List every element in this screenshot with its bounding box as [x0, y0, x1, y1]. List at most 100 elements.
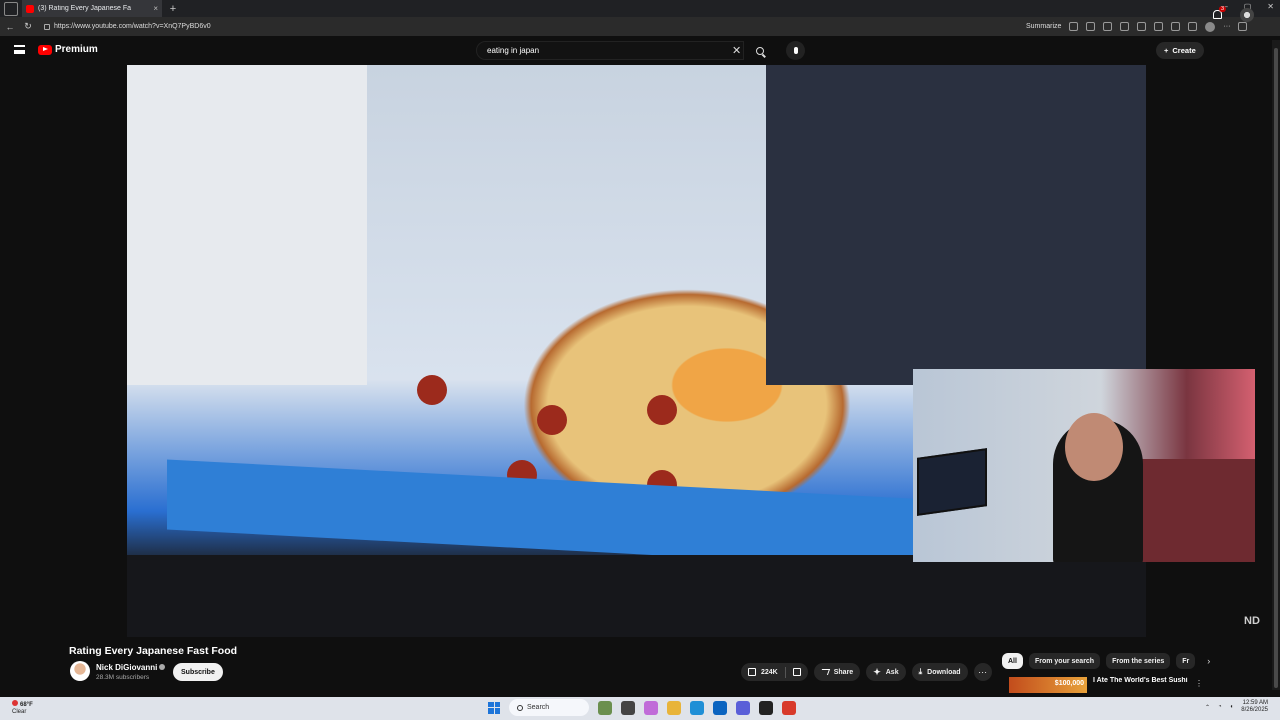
- extensions-icon[interactable]: [1120, 22, 1130, 31]
- like-icon[interactable]: [748, 668, 756, 676]
- search-input[interactable]: eating in japan: [476, 41, 744, 60]
- new-tab-button[interactable]: +: [166, 2, 180, 16]
- edge-browser-icon[interactable]: [690, 700, 704, 715]
- weather-condition: Clear: [12, 709, 27, 715]
- share-icon: [819, 669, 830, 675]
- related-thumbnail-text: $100,000: [1054, 680, 1084, 687]
- taskbar-clock[interactable]: 12:59 AM 8/26/2025: [1241, 700, 1268, 714]
- like-dislike-group: 224K: [741, 663, 808, 681]
- webcam-monitor: [917, 448, 987, 516]
- browser-tabstrip: (3) Rating Every Japanese Fa × + – ▢ ✕: [0, 0, 1280, 17]
- refresh-icon[interactable]: ↻: [22, 21, 34, 32]
- history-icon[interactable]: [1171, 22, 1181, 31]
- copilot-icon[interactable]: [1069, 22, 1079, 31]
- close-window-button[interactable]: ✕: [1267, 2, 1274, 11]
- discord-icon[interactable]: [736, 700, 750, 715]
- task-view-icon[interactable]: [598, 700, 612, 715]
- subscribe-button[interactable]: Subscribe: [173, 663, 223, 681]
- taskbar-apps: Search: [488, 699, 796, 716]
- weather-alert-icon: [12, 700, 18, 706]
- like-divider: [784, 666, 786, 678]
- site-info-icon[interactable]: [44, 23, 50, 30]
- search-button[interactable]: [744, 41, 776, 60]
- search-icon: [756, 46, 764, 55]
- share-button[interactable]: Share: [813, 663, 861, 681]
- favorite-icon[interactable]: [1103, 22, 1113, 31]
- related-filter-chips: All From your search From the series Fr …: [1002, 653, 1210, 669]
- channel-name[interactable]: Nick DiGiovanni: [96, 663, 166, 672]
- video-actions: 224K Share ✦ Ask ⤓ Download ···: [741, 663, 992, 681]
- summarize-button[interactable]: Summarize: [1026, 23, 1061, 30]
- video-scene-left-person: [127, 65, 367, 385]
- like-count[interactable]: 224K: [761, 669, 778, 676]
- url-field[interactable]: https://www.youtube.com/watch?v=XnQ7PyBD…: [40, 20, 1020, 34]
- related-title[interactable]: I Ate The World's Best Sushi: [1093, 677, 1188, 693]
- collections-icon[interactable]: [1188, 22, 1198, 31]
- network-icon[interactable]: ◔: [1218, 704, 1222, 710]
- ask-button[interactable]: ✦ Ask: [866, 663, 906, 681]
- download-button[interactable]: ⤓ Download: [911, 663, 968, 681]
- related-more-icon[interactable]: ⋮: [1195, 679, 1203, 688]
- more-actions-button[interactable]: ···: [973, 663, 992, 681]
- pizza-pepperoni: [417, 375, 447, 405]
- taskbar-search-icon: [517, 704, 523, 711]
- download-label: Download: [927, 668, 961, 676]
- webcam-person-head: [1065, 413, 1123, 481]
- outlook-icon[interactable]: [713, 700, 727, 715]
- split-screen-icon[interactable]: [1137, 22, 1147, 31]
- weather-temp: 68°F: [20, 702, 33, 708]
- search-bar: eating in japan ✕: [476, 41, 776, 60]
- chip-from-the-series[interactable]: From the series: [1106, 653, 1171, 669]
- chips-next-arrow-icon[interactable]: ›: [1207, 656, 1210, 666]
- account-avatar[interactable]: [1240, 8, 1254, 22]
- browser-menu-icon[interactable]: ···: [1223, 23, 1230, 30]
- copilot-app-icon[interactable]: [644, 700, 658, 715]
- weather-widget[interactable]: 68°F Clear: [12, 700, 33, 716]
- chip-all[interactable]: All: [1002, 653, 1023, 669]
- microphone-icon: [793, 47, 798, 54]
- verified-icon: [159, 664, 166, 670]
- taskbar-search[interactable]: Search: [509, 699, 589, 716]
- chip-truncated[interactable]: Fr: [1176, 653, 1196, 669]
- page-scrollbar[interactable]: [1272, 40, 1280, 690]
- reader-icon[interactable]: [1086, 22, 1096, 31]
- system-tray: ⌃ ◔ ◖ 12:59 AM 8/26/2025: [1205, 700, 1268, 714]
- youtube-logo[interactable]: Premium: [38, 44, 98, 55]
- video-scene-right-person: [766, 65, 1146, 385]
- folder-icon[interactable]: [667, 700, 681, 715]
- copilot-sidebar-icon[interactable]: [1238, 22, 1248, 31]
- app-icon[interactable]: [782, 700, 796, 715]
- sidebar-toggle-icon[interactable]: [4, 1, 18, 16]
- youtube-play-icon: [38, 44, 52, 55]
- voice-search-button[interactable]: [786, 41, 805, 60]
- youtube-header: Premium eating in japan ✕ + Create: [0, 36, 1280, 65]
- pizza-box-front: [167, 459, 947, 571]
- file-explorer-icon[interactable]: [621, 700, 635, 715]
- back-icon[interactable]: ←: [4, 22, 16, 32]
- youtube-favicon-icon: [26, 4, 34, 13]
- favorites-icon[interactable]: [1154, 22, 1164, 31]
- browser-tab-active[interactable]: (3) Rating Every Japanese Fa ×: [22, 0, 162, 17]
- tab-close-icon[interactable]: ×: [153, 4, 158, 13]
- plus-icon: +: [1164, 46, 1169, 55]
- sparkle-icon: ✦: [873, 666, 881, 677]
- video-watermark: ND: [1244, 615, 1260, 627]
- download-icon: ⤓: [918, 667, 923, 676]
- url-text: https://www.youtube.com/watch?v=XnQ7PyBD…: [54, 23, 211, 30]
- address-bar: ← ↻ https://www.youtube.com/watch?v=XnQ7…: [0, 17, 1280, 36]
- windows-start-icon[interactable]: [488, 701, 500, 714]
- tray-overflow-icon[interactable]: ⌃: [1205, 704, 1210, 711]
- related-video-item[interactable]: $100,000 I Ate The World's Best Sushi ⋮: [1009, 677, 1269, 693]
- related-thumbnail[interactable]: $100,000: [1009, 677, 1087, 693]
- profile-icon[interactable]: [1205, 21, 1216, 32]
- tab-title: (3) Rating Every Japanese Fa: [38, 5, 131, 12]
- taskbar-search-label: Search: [527, 704, 550, 711]
- hamburger-menu-icon[interactable]: [14, 45, 25, 54]
- chip-from-your-search[interactable]: From your search: [1028, 653, 1101, 669]
- volume-icon[interactable]: ◖: [1230, 704, 1234, 710]
- channel-avatar[interactable]: [70, 661, 90, 681]
- terminal-icon[interactable]: [759, 700, 773, 715]
- dislike-icon[interactable]: [792, 668, 801, 676]
- clear-search-icon[interactable]: ✕: [732, 44, 741, 57]
- create-button[interactable]: + Create: [1156, 42, 1204, 59]
